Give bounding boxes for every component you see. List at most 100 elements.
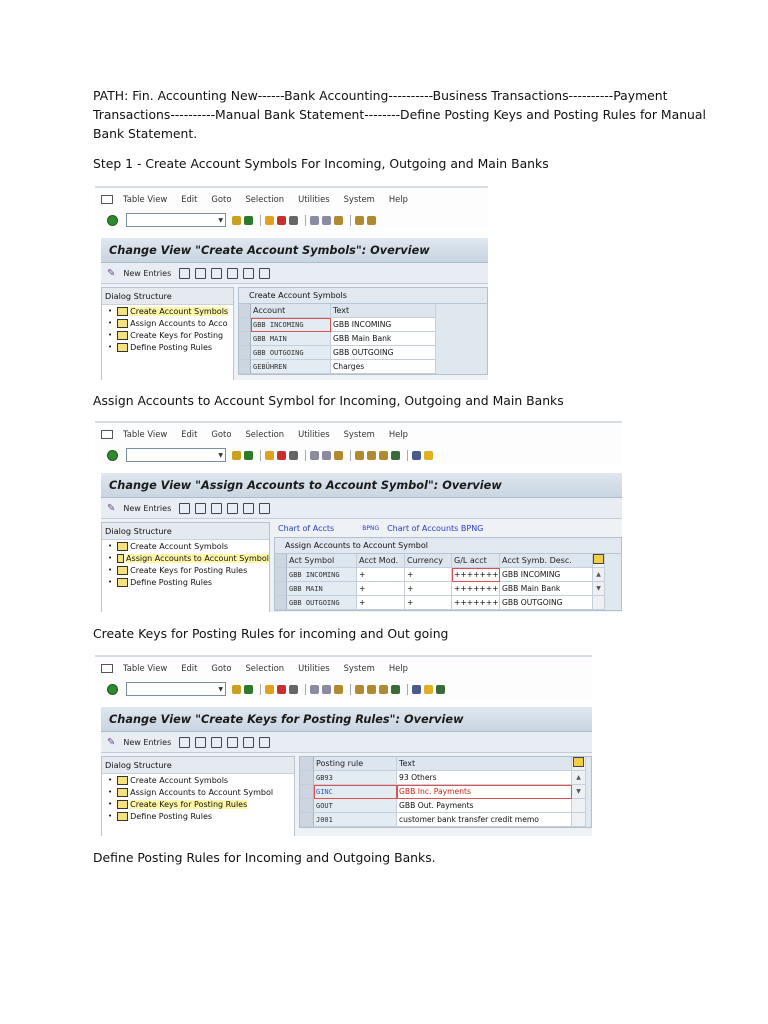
first-page-icon[interactable] (355, 450, 364, 460)
copy-as-icon[interactable] (179, 502, 191, 514)
row-selector[interactable] (275, 582, 287, 596)
enter-check-icon[interactable] (107, 449, 118, 461)
system-menu-icon[interactable] (101, 663, 113, 673)
delete-icon[interactable] (195, 736, 207, 748)
scroll-down-button[interactable]: ▼ (593, 582, 605, 596)
column-header[interactable]: Acct Mod. (357, 554, 405, 568)
menu-item-utilities[interactable]: Utilities (298, 194, 330, 204)
undo-change-icon[interactable] (211, 267, 223, 279)
back-green-icon[interactable] (265, 215, 274, 225)
new-entries-button[interactable]: New Entries (123, 269, 171, 278)
menu-item-system[interactable]: System (344, 429, 375, 439)
dialog-item[interactable]: • Create Account Symbols (102, 305, 233, 317)
dialog-item[interactable]: • Define Posting Rules (102, 576, 269, 588)
select-all-cell[interactable] (300, 757, 314, 771)
enter-check-icon[interactable] (107, 683, 118, 695)
dialog-item[interactable]: • Create Account Symbols (102, 540, 269, 552)
deselect-all-icon[interactable] (259, 736, 271, 748)
table-cell[interactable]: GOUT (314, 799, 397, 813)
row-selector[interactable] (239, 346, 251, 360)
row-selector[interactable] (300, 799, 314, 813)
previous-page-icon[interactable] (367, 450, 376, 460)
find-icon[interactable] (322, 684, 331, 694)
table-cell[interactable]: GBB Inc. Payments (397, 785, 572, 799)
menu-item-goto[interactable]: Goto (211, 663, 231, 673)
dialog-item[interactable]: • Create Keys for Posting (102, 329, 233, 341)
column-header[interactable]: Act Symbol (287, 554, 357, 568)
row-selector[interactable] (300, 771, 314, 785)
exit-icon[interactable] (277, 684, 286, 694)
menu-item-help[interactable]: Help (389, 663, 408, 673)
shortcut-icon[interactable] (424, 684, 433, 694)
menu-item-system[interactable]: System (344, 194, 375, 204)
find-next-icon[interactable] (334, 450, 343, 460)
menu-item-edit[interactable]: Edit (181, 429, 197, 439)
system-menu-icon[interactable] (101, 429, 113, 439)
menu-item-utilities[interactable]: Utilities (298, 429, 330, 439)
back-icon[interactable] (232, 450, 241, 460)
print-icon[interactable] (310, 450, 319, 460)
cancel-icon[interactable] (289, 450, 298, 460)
row-selector[interactable] (239, 360, 251, 374)
scroll-down-button[interactable]: ▼ (572, 785, 586, 799)
row-selector[interactable] (239, 318, 251, 332)
chevron-down-icon[interactable]: ▼ (218, 452, 223, 459)
menu-item-goto[interactable]: Goto (211, 429, 231, 439)
menu-item-table-view[interactable]: Table View (123, 194, 167, 204)
table-cell[interactable]: GBB MAIN (287, 582, 357, 596)
table-cell[interactable]: +++++++++0 (452, 582, 500, 596)
undo-change-icon[interactable] (211, 502, 223, 514)
back-green-icon[interactable] (265, 684, 274, 694)
table-cell[interactable]: GBB OUTGOING (500, 596, 593, 610)
enter-check-icon[interactable] (107, 214, 118, 226)
column-header[interactable]: Currency (405, 554, 452, 568)
select-block-icon[interactable] (243, 502, 255, 514)
table-cell[interactable]: GBB OUTGOING (331, 346, 436, 360)
row-selector[interactable] (300, 785, 314, 799)
scroll-up-button[interactable]: ▲ (593, 568, 605, 582)
dialog-item[interactable]: • Define Posting Rules (102, 810, 294, 822)
print-icon[interactable] (310, 215, 319, 225)
table-cell[interactable]: + (357, 596, 405, 610)
select-block-icon[interactable] (243, 267, 255, 279)
first-page-icon[interactable] (355, 215, 364, 225)
table-cell[interactable]: J001 (314, 813, 397, 827)
display-change-icon[interactable]: ✎ (107, 268, 115, 279)
menu-item-system[interactable]: System (344, 663, 375, 673)
table-cell[interactable]: GBB INCOMING (287, 568, 357, 582)
table-cell[interactable]: + (405, 582, 452, 596)
column-header[interactable]: Posting rule (314, 757, 397, 771)
row-selector[interactable] (275, 568, 287, 582)
delete-icon[interactable] (195, 267, 207, 279)
select-all-cell[interactable] (239, 304, 251, 318)
find-next-icon[interactable] (334, 684, 343, 694)
table-cell[interactable]: GBB Out. Payments (397, 799, 572, 813)
row-selector[interactable] (300, 813, 314, 827)
scrollbar-track[interactable] (572, 813, 586, 827)
table-cell[interactable]: GBB OUTGOING (251, 346, 331, 360)
table-cell[interactable]: GBB MAIN (251, 332, 331, 346)
select-block-icon[interactable] (243, 736, 255, 748)
next-page-icon[interactable] (379, 684, 388, 694)
table-cell[interactable]: GBB INCOMING (251, 318, 331, 332)
chevron-down-icon[interactable]: ▼ (218, 686, 223, 693)
command-field[interactable]: ▼ (126, 682, 226, 696)
select-all-cell[interactable] (275, 554, 287, 568)
table-cell[interactable]: GINC (314, 785, 397, 799)
save-icon[interactable] (244, 215, 253, 225)
column-header[interactable]: Text (397, 757, 572, 771)
menu-item-help[interactable]: Help (389, 194, 408, 204)
scrollbar-track[interactable] (593, 596, 605, 610)
create-session-icon[interactable] (412, 450, 421, 460)
table-cell[interactable]: 93 Others (397, 771, 572, 785)
table-cell[interactable]: + (405, 568, 452, 582)
previous-page-icon[interactable] (367, 215, 376, 225)
last-page-icon[interactable] (391, 450, 400, 460)
column-config-button[interactable] (572, 757, 586, 771)
next-page-icon[interactable] (379, 450, 388, 460)
dialog-item[interactable]: • Define Posting Rules (102, 341, 233, 353)
table-cell[interactable]: GB93 (314, 771, 397, 785)
dialog-item[interactable]: • Assign Accounts to Acco (102, 317, 233, 329)
deselect-all-icon[interactable] (259, 267, 271, 279)
previous-page-icon[interactable] (367, 684, 376, 694)
